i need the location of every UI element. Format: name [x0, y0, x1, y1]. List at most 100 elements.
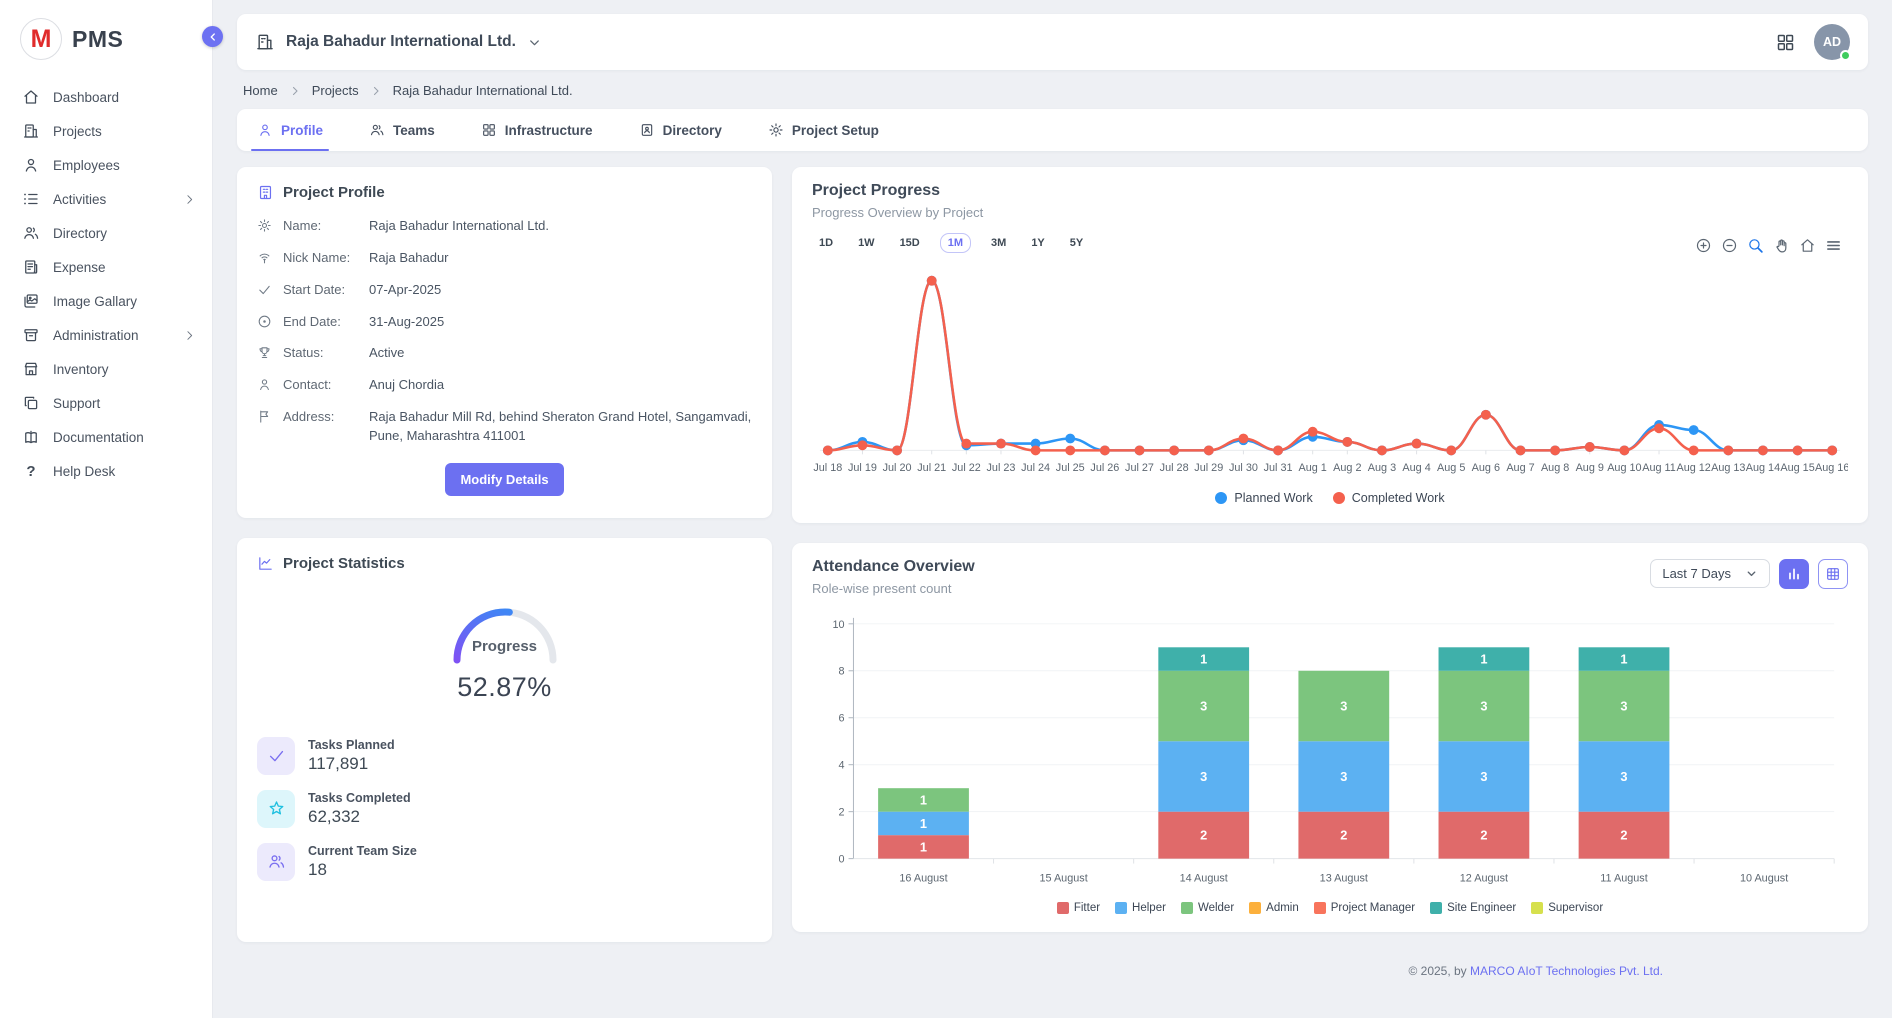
chart-view-button[interactable] — [1779, 559, 1809, 589]
field-contact: Contact: Anuj Chordia — [257, 376, 752, 395]
legend-fitter[interactable]: Fitter — [1057, 902, 1100, 914]
tab-label: Project Setup — [792, 123, 879, 138]
box-zoom-button[interactable] — [1747, 237, 1764, 254]
svg-text:Aug 6: Aug 6 — [1472, 462, 1500, 474]
breadcrumb-projects[interactable]: Projects — [312, 83, 359, 98]
sidebar-item-label: Image Gallary — [53, 294, 137, 309]
svg-text:Jul 18: Jul 18 — [813, 462, 842, 474]
company-link[interactable]: MARCO AIoT Technologies Pvt. Ltd. — [1470, 964, 1663, 978]
zoom-out-button[interactable] — [1721, 237, 1738, 254]
legend-welder[interactable]: Welder — [1181, 902, 1234, 914]
range-1w[interactable]: 1W — [853, 233, 880, 253]
svg-text:Aug 3: Aug 3 — [1368, 462, 1396, 474]
svg-text:1: 1 — [1620, 651, 1627, 666]
reset-home-button[interactable] — [1799, 237, 1816, 254]
svg-text:Aug 13: Aug 13 — [1711, 462, 1745, 474]
svg-text:15 August: 15 August — [1039, 872, 1087, 884]
attendance-range-select[interactable]: Last 7 Days — [1650, 559, 1770, 588]
project-progress-line-chart[interactable]: Jul 18Jul 19Jul 20Jul 21Jul 22Jul 23Jul … — [812, 257, 1848, 489]
attendance-bar-chart[interactable]: 024681016 August11115 August14 August233… — [812, 610, 1848, 898]
sidebar-item-label: Employees — [53, 158, 120, 173]
stat-current-team-size: Current Team Size 18 — [257, 843, 752, 881]
svg-text:Jul 31: Jul 31 — [1264, 462, 1293, 474]
chart-title: Project Progress — [812, 182, 1848, 200]
table-view-button[interactable] — [1818, 559, 1848, 589]
tab-project-setup[interactable]: Project Setup — [768, 109, 879, 151]
svg-text:Jul 23: Jul 23 — [987, 462, 1016, 474]
sidebar-item-help-desk[interactable]: ? Help Desk — [0, 454, 212, 488]
user-icon — [22, 156, 40, 174]
sidebar-item-documentation[interactable]: Documentation — [0, 420, 212, 454]
legend-helper[interactable]: Helper — [1115, 902, 1166, 914]
sidebar-item-expense[interactable]: Expense — [0, 250, 212, 284]
svg-text:10: 10 — [833, 619, 845, 631]
trophy-icon — [257, 344, 283, 360]
zoom-in-button[interactable] — [1695, 237, 1712, 254]
home-icon — [1799, 237, 1816, 254]
sidebar-item-directory[interactable]: Directory — [0, 216, 212, 250]
sidebar-item-projects[interactable]: Projects — [0, 114, 212, 148]
svg-text:2: 2 — [1200, 827, 1207, 842]
store-icon — [22, 360, 40, 378]
range-1y[interactable]: 1Y — [1026, 233, 1049, 253]
user-avatar[interactable]: AD — [1814, 24, 1850, 60]
tab-profile[interactable]: Profile — [257, 109, 323, 151]
range-5y[interactable]: 5Y — [1065, 233, 1088, 253]
gear-icon — [768, 122, 784, 138]
breadcrumb-home[interactable]: Home — [243, 83, 278, 98]
sidebar-item-employees[interactable]: Employees — [0, 148, 212, 182]
svg-text:Jul 19: Jul 19 — [848, 462, 877, 474]
copy-icon — [22, 394, 40, 412]
svg-text:1: 1 — [1200, 651, 1207, 666]
zoom-in-icon — [1695, 237, 1712, 254]
legend-completed-work[interactable]: Completed Work — [1333, 491, 1445, 505]
user-icon — [257, 376, 283, 392]
image-icon — [22, 292, 40, 310]
range-1d[interactable]: 1D — [814, 233, 838, 253]
legend-project-manager[interactable]: Project Manager — [1314, 902, 1415, 914]
legend-planned-work[interactable]: Planned Work — [1215, 491, 1312, 505]
legend-admin[interactable]: Admin — [1249, 902, 1299, 914]
legend-swatch — [1430, 902, 1442, 914]
range-15d[interactable]: 15D — [895, 233, 925, 253]
legend-swatch — [1181, 902, 1193, 914]
chevron-left-icon — [207, 31, 219, 43]
gear-icon — [257, 217, 283, 233]
company-selector[interactable]: Raja Bahadur International Ltd. — [255, 32, 542, 52]
tab-label: Profile — [281, 123, 323, 138]
svg-text:Aug 4: Aug 4 — [1402, 462, 1430, 474]
sidebar-collapse-button[interactable] — [202, 26, 223, 47]
svg-text:Aug 16: Aug 16 — [1815, 462, 1848, 474]
copyright-text: © 2025, by — [1408, 964, 1470, 978]
pan-button[interactable] — [1773, 237, 1790, 254]
right-column: Project Progress Progress Overview by Pr… — [792, 167, 1868, 978]
sidebar-item-image-gallery[interactable]: Image Gallary — [0, 284, 212, 318]
legend-supervisor[interactable]: Supervisor — [1531, 902, 1603, 914]
sidebar-item-inventory[interactable]: Inventory — [0, 352, 212, 386]
tab-infrastructure[interactable]: Infrastructure — [481, 109, 593, 151]
chevron-right-icon — [183, 329, 196, 342]
menu-button[interactable] — [1825, 237, 1842, 254]
chevron-down-icon — [527, 35, 542, 50]
project-tabs: Profile Teams Infrastructure Directory P… — [237, 109, 1868, 151]
app-logo[interactable]: M PMS — [0, 0, 212, 74]
modify-details-button[interactable]: Modify Details — [445, 463, 563, 496]
sidebar-item-dashboard[interactable]: Dashboard — [0, 80, 212, 114]
sidebar-item-activities[interactable]: Activities — [0, 182, 212, 216]
range-3m[interactable]: 3M — [986, 233, 1011, 253]
svg-text:Jul 30: Jul 30 — [1229, 462, 1258, 474]
svg-text:Aug 12: Aug 12 — [1676, 462, 1710, 474]
hamburger-icon — [1825, 237, 1842, 254]
sidebar-item-support[interactable]: Support — [0, 386, 212, 420]
svg-text:Jul 28: Jul 28 — [1160, 462, 1189, 474]
range-1m[interactable]: 1M — [940, 233, 971, 253]
sidebar-item-administration[interactable]: Administration — [0, 318, 212, 352]
tab-teams[interactable]: Teams — [369, 109, 435, 151]
svg-text:3: 3 — [1620, 698, 1627, 713]
legend-site-engineer[interactable]: Site Engineer — [1430, 902, 1516, 914]
svg-text:Aug 10: Aug 10 — [1607, 462, 1641, 474]
apps-grid-button[interactable] — [1775, 32, 1796, 53]
tab-directory[interactable]: Directory — [639, 109, 722, 151]
legend-swatch — [1531, 902, 1543, 914]
users-icon — [257, 843, 295, 881]
